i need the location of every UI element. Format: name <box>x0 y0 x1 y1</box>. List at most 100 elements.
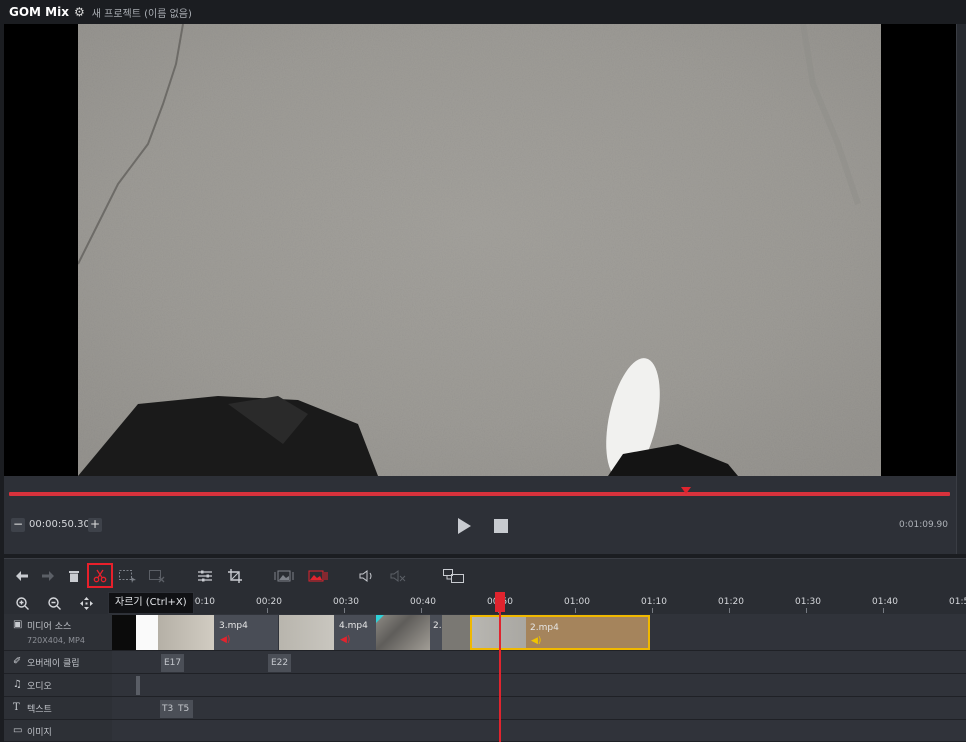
zoom-controls <box>4 592 112 614</box>
current-time-field[interactable]: 00:00:50.30 <box>29 519 90 530</box>
track-label-overlay: ✐ 오버레이 클립 <box>4 651 112 674</box>
cut-tooltip: 자르기 (Ctrl+X) <box>108 592 194 614</box>
gear-icon[interactable]: ⚙ <box>74 5 85 19</box>
media-resolution: 720X404, MP4 <box>27 636 85 645</box>
audio-lane[interactable] <box>112 674 966 697</box>
total-duration: 0:01:09.90 <box>898 520 948 530</box>
ruler-label: 00:40 <box>410 597 436 607</box>
panel-edge <box>956 24 966 554</box>
track-title: 오디오 <box>27 682 52 692</box>
fit-timeline-icon[interactable] <box>80 597 93 610</box>
video-clip[interactable] <box>136 615 158 650</box>
video-clip-2-short[interactable]: 2. <box>430 615 442 650</box>
track-label-image: ▭ 이미지 <box>4 720 112 742</box>
video-clip-4[interactable]: 4.mp4 ◀) <box>334 615 376 650</box>
video-clip[interactable] <box>279 615 334 650</box>
track-title: 미디어 소스 <box>27 622 72 632</box>
edit-toolbar <box>4 558 966 592</box>
track-label-text: T 텍스트 <box>4 697 112 720</box>
ruler-tick <box>729 608 730 613</box>
clip-name: 3.mp4 <box>219 621 248 631</box>
overlay-lane[interactable]: E17 E22 <box>112 651 966 674</box>
text-lane[interactable]: T3 T5 <box>112 697 966 720</box>
select-range-icon[interactable] <box>118 565 138 587</box>
volume-icon[interactable] <box>358 565 376 587</box>
audio-icon: ◀) <box>531 636 542 646</box>
remove-gap-icon[interactable] <box>147 565 167 587</box>
ruler-tick <box>652 608 653 613</box>
clip-name: 2.mp4 <box>530 623 559 633</box>
video-clip[interactable] <box>158 615 214 650</box>
audio-clip[interactable] <box>136 676 140 695</box>
image-lane[interactable] <box>112 720 966 742</box>
ruler-tick <box>575 608 576 613</box>
clip-name: 2. <box>433 621 442 631</box>
time-minus-button[interactable]: − <box>11 518 25 532</box>
cut-button[interactable] <box>87 563 113 588</box>
ruler-label: 00:20 <box>256 597 282 607</box>
video-clip-3[interactable]: 3.mp4 ◀) <box>214 615 278 650</box>
playhead-line[interactable] <box>499 592 501 742</box>
music-note-icon: ♫ <box>13 679 22 690</box>
audio-icon: ◀) <box>340 635 351 645</box>
redo-icon[interactable] <box>40 565 56 587</box>
delete-icon[interactable] <box>66 565 82 587</box>
app-logo: GOM Mix <box>9 5 69 19</box>
image-icon: ▭ <box>13 725 23 736</box>
ruler-label: 01:10 <box>641 597 667 607</box>
video-image <box>78 24 881 476</box>
overlay-clip-icon: ✐ <box>13 656 22 667</box>
project-title: 새 프로젝트 (이름 없음) <box>91 8 192 20</box>
track-title: 오버레이 클립 <box>27 659 80 669</box>
video-frame <box>78 24 881 476</box>
track-label-media: ▣ 미디어 소스 720X404, MP4 <box>4 614 112 651</box>
video-clip[interactable] <box>376 615 430 650</box>
preview-area <box>4 24 956 476</box>
audio-icon: ◀) <box>220 635 231 645</box>
zoom-in-icon[interactable] <box>16 597 29 610</box>
ruler-label: 01:00 <box>564 597 590 607</box>
ruler-tick <box>344 608 345 613</box>
text-marker[interactable]: T3 <box>160 700 176 718</box>
film-icon: ▣ <box>13 619 23 630</box>
media-lane[interactable]: 3.mp4 ◀) 4.mp4 ◀) 2. 2.mp4 ◀) <box>112 614 966 651</box>
video-clip[interactable] <box>112 615 136 650</box>
text-t-icon: T <box>13 702 20 713</box>
ruler-label: 01:40 <box>872 597 898 607</box>
play-icon[interactable] <box>457 518 471 534</box>
video-clip-2-selected[interactable]: 2.mp4 ◀) <box>470 615 650 650</box>
track-title: 이미지 <box>27 728 52 738</box>
ruler-tick <box>421 608 422 613</box>
transition-marker <box>376 615 384 623</box>
adjust-icon[interactable] <box>196 565 214 587</box>
overlay-marker[interactable]: E17 <box>161 654 185 672</box>
text-marker[interactable]: T5 <box>174 700 194 718</box>
title-bar: GOM Mix ⚙ 새 프로젝트 (이름 없음) <box>0 0 966 24</box>
pip-icon[interactable] <box>442 565 466 587</box>
ruler-label: 01:20 <box>718 597 744 607</box>
clip-name: 4.mp4 <box>339 621 368 631</box>
zoom-out-icon[interactable] <box>48 597 61 610</box>
overlay-marker[interactable]: E22 <box>268 654 292 672</box>
ruler-label: 00:30 <box>333 597 359 607</box>
image-fit-icon[interactable] <box>273 565 295 587</box>
track-label-audio: ♫ 오디오 <box>4 674 112 697</box>
seek-knob[interactable] <box>681 487 691 495</box>
ruler-label: 01:30 <box>795 597 821 607</box>
ruler-tick <box>883 608 884 613</box>
timeline-tracks: ▣ 미디어 소스 720X404, MP4 3.mp4 ◀) 4.mp4 ◀) … <box>4 614 966 742</box>
track-title: 텍스트 <box>27 705 52 715</box>
ruler-label: 01:5 <box>949 597 966 607</box>
ruler-tick <box>267 608 268 613</box>
crop-icon[interactable] <box>226 565 244 587</box>
player-controls: − 00:00:50.30 + 0:01:09.90 <box>4 476 956 554</box>
image-fill-icon[interactable] <box>307 565 329 587</box>
time-plus-button[interactable]: + <box>88 518 102 532</box>
ruler-tick <box>806 608 807 613</box>
stop-icon[interactable] <box>494 519 508 533</box>
seek-bar[interactable] <box>9 492 950 496</box>
mute-icon[interactable] <box>389 565 407 587</box>
cut-icon <box>93 569 107 582</box>
undo-icon[interactable] <box>14 565 30 587</box>
video-clip[interactable] <box>442 615 470 650</box>
